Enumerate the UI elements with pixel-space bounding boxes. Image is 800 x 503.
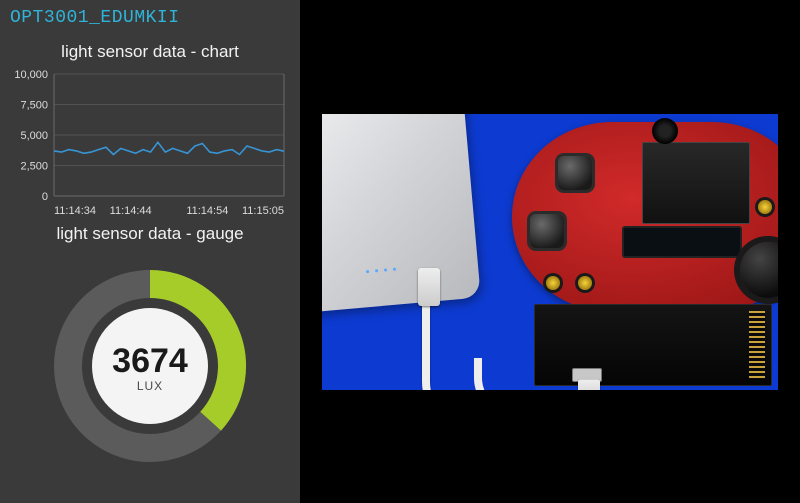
panel-title: OPT3001_EDUMKII <box>10 8 290 28</box>
svg-text:11:14:54: 11:14:54 <box>186 205 228 217</box>
app-root: OPT3001_EDUMKII light sensor data - char… <box>0 0 800 503</box>
hardware-view <box>300 0 800 503</box>
chart-header: light sensor data - chart <box>10 42 290 62</box>
push-button-icon <box>558 156 592 190</box>
sensor-panel: OPT3001_EDUMKII light sensor data - char… <box>0 0 300 503</box>
light-sensor-chart: 10,000 7,500 5,000 2,500 0 11:14:34 11:14:44 11… <box>10 68 290 218</box>
svg-text:10,000: 10,000 <box>14 69 48 81</box>
hardware-photo <box>320 112 780 392</box>
push-button-icon <box>530 214 564 248</box>
led-icon <box>546 276 560 290</box>
buzzer-icon <box>652 118 678 144</box>
svg-text:11:15:05: 11:15:05 <box>242 205 284 217</box>
svg-text:11:14:44: 11:14:44 <box>110 205 152 217</box>
gauge-value: 3674 <box>112 342 188 380</box>
svg-text:0: 0 <box>42 191 48 203</box>
svg-text:11:14:34: 11:14:34 <box>54 205 96 217</box>
usb-cable-icon <box>422 292 482 392</box>
svg-text:2,500: 2,500 <box>20 161 48 173</box>
light-sensor-gauge: 3674LUX <box>10 256 290 493</box>
svg-text:5,000: 5,000 <box>20 130 48 142</box>
gauge-unit: LUX <box>137 379 163 393</box>
mcu-chip-icon <box>642 142 750 224</box>
lcd-display-icon <box>622 226 742 258</box>
led-icon <box>578 276 592 290</box>
gauge-header: light sensor data - gauge <box>10 224 290 244</box>
usb-plug-icon <box>578 379 600 391</box>
svg-text:7,500: 7,500 <box>20 100 48 112</box>
led-icon <box>758 200 772 214</box>
power-bank-icon <box>320 112 481 314</box>
usb-plug-icon <box>418 268 440 306</box>
